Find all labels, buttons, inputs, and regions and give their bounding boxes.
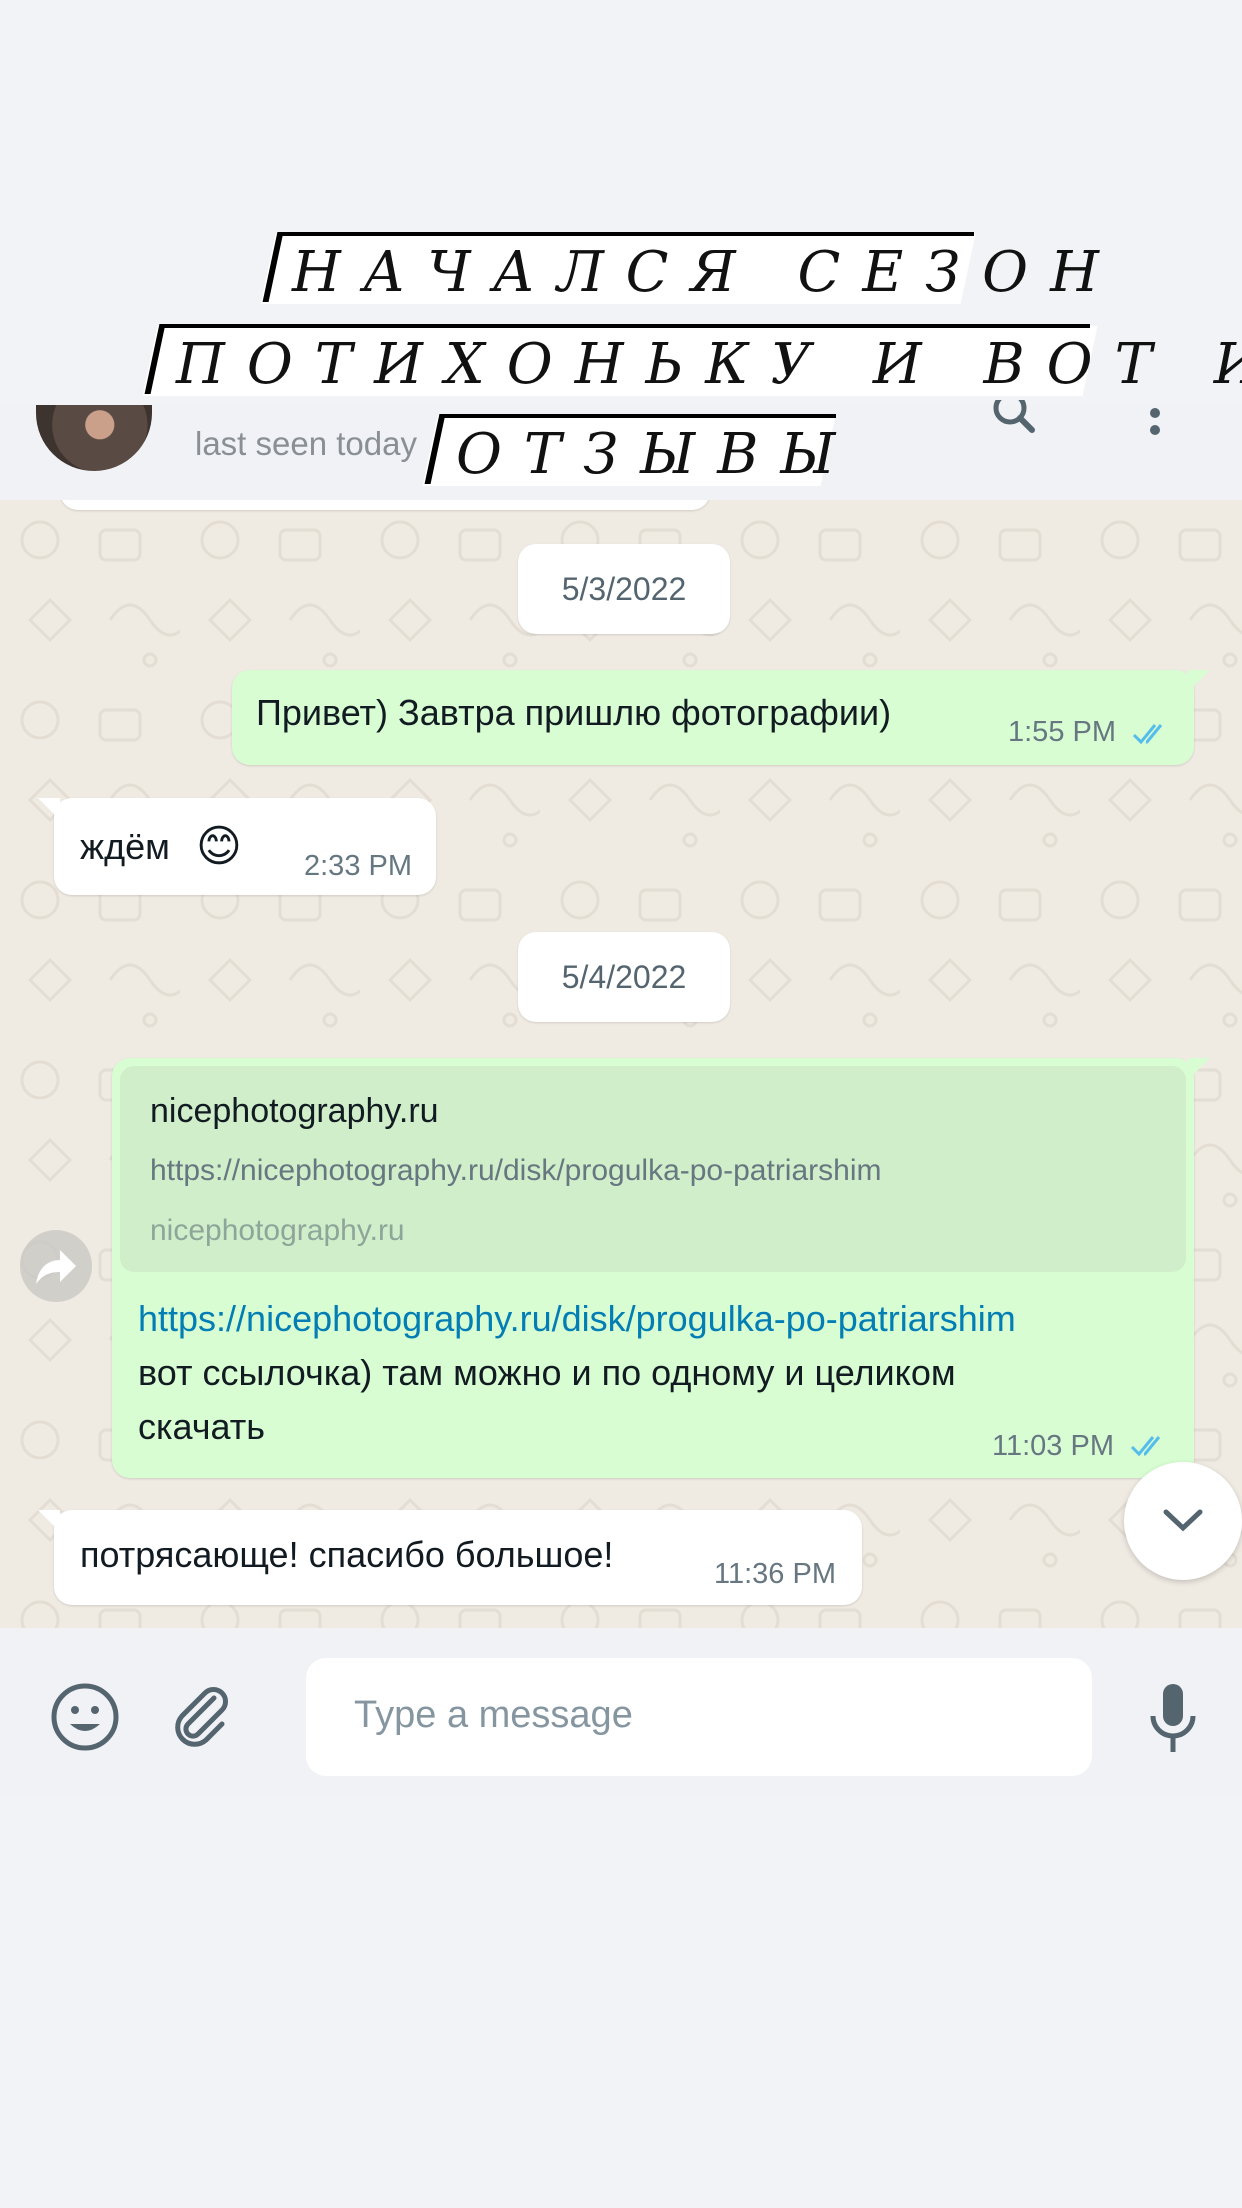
bubble-tail: [1188, 1058, 1210, 1080]
story-overlay-title: НАЧАЛСЯ СЕЗОН ПОТИХОНЬКУ И ВОТ И ОТЗЫВЫ: [0, 0, 1242, 500]
overlay-line-rule: [160, 324, 1090, 328]
date-label: 5/4/2022: [561, 959, 687, 995]
overlay-line-rule: [440, 414, 836, 418]
overlay-line-1: НАЧАЛСЯ СЕЗОН: [292, 240, 1121, 305]
message-time: 1:55 PM: [1008, 716, 1116, 748]
microphone-icon[interactable]: [1146, 1680, 1200, 1760]
message-input[interactable]: Type a message: [306, 1658, 1092, 1776]
message-text: Привет) Завтра пришлю фотографии): [256, 692, 892, 733]
scroll-to-bottom-button[interactable]: [1124, 1462, 1242, 1580]
message-time: 2:33 PM: [304, 850, 412, 882]
attach-icon[interactable]: [170, 1684, 234, 1748]
previous-message-edge: [60, 500, 710, 510]
message-time: 11:36 PM: [714, 1558, 836, 1590]
message-input-placeholder: Type a message: [354, 1694, 633, 1736]
chevron-down-icon: [1163, 1509, 1203, 1532]
overlay-line-3: ОТЗЫВЫ: [456, 422, 858, 487]
message-time: 11:03 PM: [992, 1430, 1114, 1462]
overlay-line-2: ПОТИХОНЬКУ И ВОТ И: [176, 332, 1242, 397]
message-bubble-incoming[interactable]: ждём 😊 2:33 PM: [38, 798, 436, 895]
message-link[interactable]: https://nicephotography.ru/disk/progulka…: [138, 1294, 1168, 1344]
message-text-line-1: вот ссылочка) там можно и по одному и це…: [138, 1352, 956, 1393]
preview-url: https://nicephotography.ru/disk/progulka…: [150, 1154, 882, 1187]
message-bubble-incoming[interactable]: потрясающе! спасибо большое! 11:36 PM: [38, 1510, 862, 1605]
read-ticks-icon: [1130, 1436, 1161, 1457]
forward-icon[interactable]: [20, 1230, 92, 1302]
date-label: 5/3/2022: [561, 571, 687, 607]
bubble-tail: [38, 1510, 60, 1532]
date-chip: 5/4/2022: [518, 932, 730, 1022]
date-chip: 5/3/2022: [518, 544, 730, 634]
emoji-icon[interactable]: [50, 1682, 120, 1752]
smiling-face-emoji-icon: 😊: [196, 822, 242, 871]
overlay-line-rule: [278, 232, 974, 236]
message-text: потрясающе! спасибо большое!: [80, 1534, 614, 1575]
link-preview-card[interactable]: nicephotography.ru https://nicephotograp…: [120, 1066, 1186, 1272]
preview-title: nicephotography.ru: [150, 1092, 439, 1130]
chat-area[interactable]: 5/3/2022 Привет) Завтра пришлю фотографи…: [0, 500, 1242, 1628]
preview-domain: nicephotography.ru: [150, 1214, 405, 1247]
bubble-tail: [38, 798, 60, 820]
message-bubble-link[interactable]: nicephotography.ru https://nicephotograp…: [112, 1058, 1210, 1478]
read-ticks-icon: [1132, 724, 1163, 745]
message-text: ждём: [80, 826, 170, 867]
bubble-tail: [1188, 670, 1210, 692]
message-text-line-2: скачать: [138, 1406, 266, 1447]
message-bubble-outgoing[interactable]: Привет) Завтра пришлю фотографии) 1:55 P…: [232, 670, 1210, 765]
